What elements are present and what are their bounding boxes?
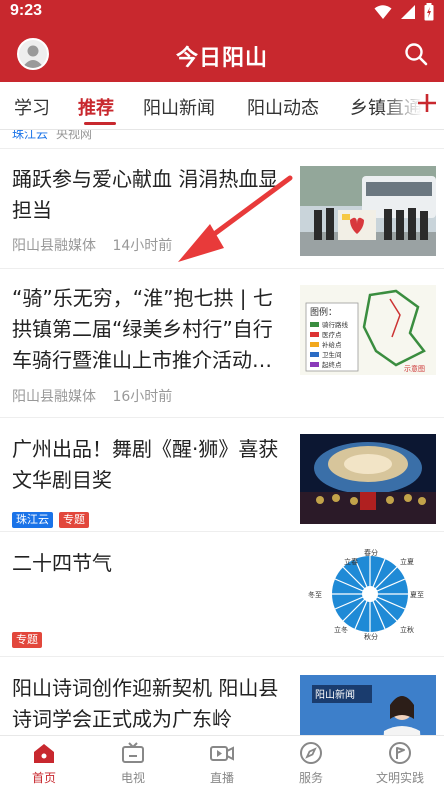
nav-label: 首页 xyxy=(31,771,56,785)
news-title: 踊跃参与爱心献血 涓涓热血显担当 xyxy=(12,167,279,222)
news-item[interactable]: 二十四节气 专题 立春 立夏 立秋 立冬 冬至 夏至 春分 秋分 xyxy=(0,532,444,657)
news-item[interactable]: 广州出品！舞剧《醒·狮》喜获文华剧目奖 珠江云 专题 xyxy=(0,418,444,532)
solar-term-label: 冬至 xyxy=(308,590,322,599)
signal-icon xyxy=(401,5,415,19)
news-tags: 珠江云 专题 xyxy=(12,508,95,528)
tv-icon xyxy=(122,742,144,763)
news-time: 14小时前 xyxy=(112,238,173,254)
partial-item-tag: 珠江云 xyxy=(12,130,49,141)
bottom-navigation: 首页 电视 直播 服务 文明实践 xyxy=(0,735,444,789)
solar-term-label: 立春 xyxy=(344,557,358,566)
news-thumbnail: 立春 立夏 立秋 立冬 冬至 夏至 春分 秋分 xyxy=(300,548,436,640)
news-title: 广州出品！舞剧《醒·狮》喜获文华剧目奖 xyxy=(12,437,279,492)
map-legend-title: 图例： xyxy=(310,306,337,318)
nav-home[interactable]: 首页 xyxy=(0,740,88,786)
solar-term-label: 立冬 xyxy=(334,625,348,634)
search-icon[interactable] xyxy=(404,42,428,66)
channel-tabs: 学习 推荐 阳山新闻 阳山动态 乡镇直通 xyxy=(0,82,444,130)
tab-recommend[interactable]: 推荐 xyxy=(78,94,114,120)
map-legend-item: 卫生间 xyxy=(322,350,342,359)
tab-yangshan-updates[interactable]: 阳山动态 xyxy=(247,94,319,120)
map-caption: 示意图 xyxy=(404,364,425,373)
news-time: 16小时前 xyxy=(112,389,173,405)
add-channel-icon[interactable] xyxy=(416,92,438,114)
app-bar: 今日阳山 xyxy=(0,24,444,82)
nav-live[interactable]: 直播 xyxy=(178,740,266,786)
nav-services[interactable]: 服务 xyxy=(267,740,355,786)
news-title: “骑”乐无穷，“淮”抱七拱 | 七拱镇第二届“绿美乡村行”自行车骑行暨淮山上市推… xyxy=(12,286,273,372)
news-item[interactable]: 踊跃参与爱心献血 涓涓热血显担当 阳山县融媒体 14小时前 xyxy=(0,156,444,269)
divider xyxy=(0,148,444,149)
tab-study[interactable]: 学习 xyxy=(14,94,50,120)
partial-item-source: 央视网 xyxy=(56,130,93,141)
status-icons xyxy=(374,3,434,21)
nav-civilization[interactable]: 文明实践 xyxy=(356,740,444,786)
flag-circle-icon xyxy=(389,742,411,764)
topic-tag: 专题 xyxy=(12,632,42,648)
solar-term-label: 春分 xyxy=(364,548,378,557)
news-thumbnail xyxy=(300,434,436,524)
news-meta: 阳山县融媒体 14小时前 xyxy=(12,235,184,255)
news-title: 阳山诗词创作迎新契机 阳山县诗词学会正式成为广东岭 xyxy=(12,676,279,731)
map-legend-item: 骑行路线 xyxy=(322,320,349,329)
news-source: 阳山县融媒体 xyxy=(12,389,96,405)
news-thumbnail xyxy=(300,166,436,256)
news-item[interactable]: 阳山诗词创作迎新契机 阳山县诗词学会正式成为广东岭 阳山新闻 xyxy=(0,657,444,735)
compass-icon xyxy=(300,742,322,764)
nav-label: 直播 xyxy=(209,771,234,785)
status-bar: 9:23 xyxy=(0,0,444,24)
home-icon xyxy=(34,744,54,763)
map-legend-item: 起终点 xyxy=(322,360,342,369)
nav-label: 文明实践 xyxy=(375,771,424,785)
news-thumbnail: 阳山新闻 xyxy=(300,675,436,735)
nav-tv[interactable]: 电视 xyxy=(89,740,177,786)
news-title: 二十四节气 xyxy=(12,551,112,575)
status-time: 9:23 xyxy=(10,2,43,19)
solar-term-label: 立夏 xyxy=(400,557,414,566)
thumbnail-caption: 阳山新闻 xyxy=(315,688,355,701)
app-title: 今日阳山 xyxy=(175,46,268,71)
topic-tag: 专题 xyxy=(59,512,89,528)
solar-term-label: 夏至 xyxy=(410,591,424,599)
partial-item-meta: 珠江云 央视网 xyxy=(12,130,92,142)
source-tag: 珠江云 xyxy=(12,512,53,528)
news-meta: 阳山县融媒体 16小时前 xyxy=(12,386,184,406)
news-item[interactable]: “骑”乐无穷，“淮”抱七拱 | 七拱镇第二届“绿美乡村行”自行车骑行暨淮山上市推… xyxy=(0,269,444,418)
solar-term-label: 秋分 xyxy=(364,632,378,640)
nav-label: 服务 xyxy=(298,771,323,785)
news-tags: 专题 xyxy=(12,628,48,648)
tab-yangshan-news[interactable]: 阳山新闻 xyxy=(143,94,215,120)
battery-icon xyxy=(424,3,434,21)
active-tab-indicator xyxy=(84,122,116,125)
news-feed[interactable]: 珠江云 央视网 踊跃参与爱心献血 涓涓热血显担当 阳山县融媒体 14小时前 “骑… xyxy=(0,130,444,735)
video-camera-icon xyxy=(210,746,234,761)
news-source: 阳山县融媒体 xyxy=(12,238,96,254)
map-legend-item: 医疗点 xyxy=(322,330,342,339)
solar-term-label: 立秋 xyxy=(400,625,414,634)
news-thumbnail: 图例： 骑行路线 医疗点 补给点 卫生间 起终点 示意图 xyxy=(300,285,436,375)
wifi-icon xyxy=(374,5,392,19)
nav-label: 电视 xyxy=(120,771,145,785)
map-legend-item: 补给点 xyxy=(322,340,342,349)
